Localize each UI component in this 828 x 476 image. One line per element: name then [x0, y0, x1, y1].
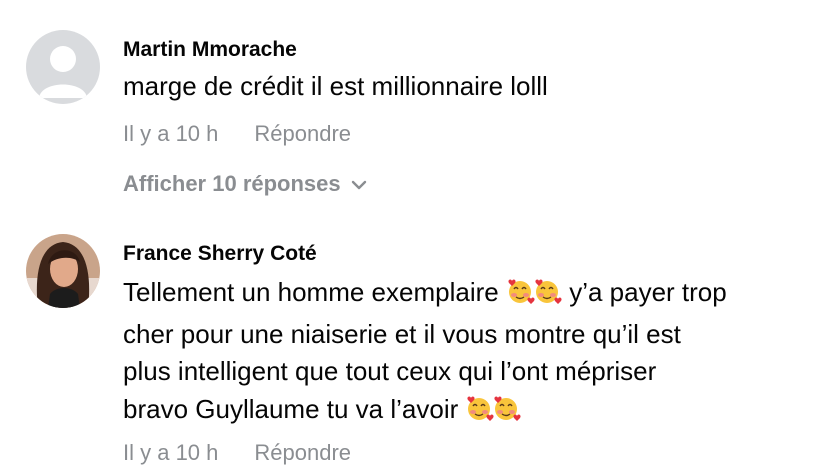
- smiling-face-with-hearts-icon: [465, 394, 522, 433]
- view-replies-label: Afficher 10 réponses: [123, 171, 341, 196]
- comment-timestamp: Il y a 10 h: [123, 121, 219, 146]
- view-replies-button[interactable]: Afficher 10 réponses: [123, 171, 367, 197]
- chevron-down-icon: [351, 171, 367, 197]
- comment-timestamp: Il y a 10 h: [123, 440, 219, 465]
- comment-meta: Il y a 10 h Répondre: [123, 440, 351, 466]
- comment-text: marge de crédit il est millionnaire loll…: [123, 71, 548, 101]
- reply-button[interactable]: Répondre: [254, 440, 351, 465]
- comment-text-segment: y’a payer trop: [561, 277, 727, 307]
- reply-button[interactable]: Répondre: [254, 121, 351, 146]
- smiling-face-with-hearts-icon: [506, 277, 562, 316]
- comment-text-segment: Tellement un homme exemplaire: [123, 277, 506, 307]
- comment-author[interactable]: France Sherry Coté: [123, 242, 317, 266]
- avatar[interactable]: [26, 234, 100, 308]
- comment-meta: Il y a 10 h Répondre: [123, 121, 351, 147]
- comment-text-line: bravo Guyllaume tu va l’avoir: [123, 391, 813, 433]
- default-avatar-icon[interactable]: [26, 30, 100, 104]
- comment-text-line: cher pour une niaiserie et il vous montr…: [123, 318, 681, 349]
- comment-author[interactable]: Martin Mmorache: [123, 38, 297, 62]
- comment-text-segment: bravo Guyllaume tu va l’avoir: [123, 393, 466, 424]
- comment-text: Tellement un homme exemplaire y’a payer …: [123, 274, 813, 432]
- comment-text-line: Tellement un homme exemplaire y’a payer …: [123, 274, 813, 316]
- comment-text-line: plus intelligent que tout ceux qui l’ont…: [123, 356, 657, 386]
